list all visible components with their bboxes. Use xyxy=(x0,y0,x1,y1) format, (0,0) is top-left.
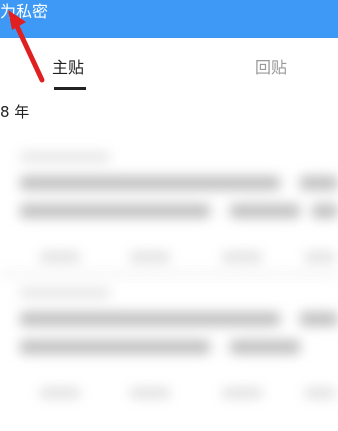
post-text-line xyxy=(312,204,338,218)
tab-replies[interactable]: 回贴 xyxy=(255,58,287,78)
share-action[interactable] xyxy=(40,388,80,398)
post-meta xyxy=(20,288,110,298)
blurred-post-list xyxy=(0,140,338,431)
post-text-line xyxy=(20,176,280,190)
post-meta xyxy=(20,152,110,162)
more-action[interactable] xyxy=(305,388,335,398)
tab-main-posts[interactable]: 主贴 xyxy=(52,58,84,78)
comment-action[interactable] xyxy=(130,252,170,262)
post-text-line xyxy=(20,204,210,218)
year-group-label: 8 年 xyxy=(0,103,30,121)
tab-selected-underline xyxy=(54,87,86,90)
more-action[interactable] xyxy=(305,252,335,262)
post-text-line xyxy=(300,312,338,326)
post-text-line xyxy=(230,340,300,354)
post-text-line xyxy=(20,340,210,354)
post-text-line xyxy=(300,176,338,190)
like-action[interactable] xyxy=(222,252,262,262)
post-text-line xyxy=(230,204,300,218)
post-text-line xyxy=(20,312,280,326)
comment-action[interactable] xyxy=(130,388,170,398)
divider xyxy=(0,270,338,278)
share-action[interactable] xyxy=(40,252,80,262)
tab-bar: 主贴 回贴 xyxy=(0,38,338,94)
like-action[interactable] xyxy=(222,388,262,398)
